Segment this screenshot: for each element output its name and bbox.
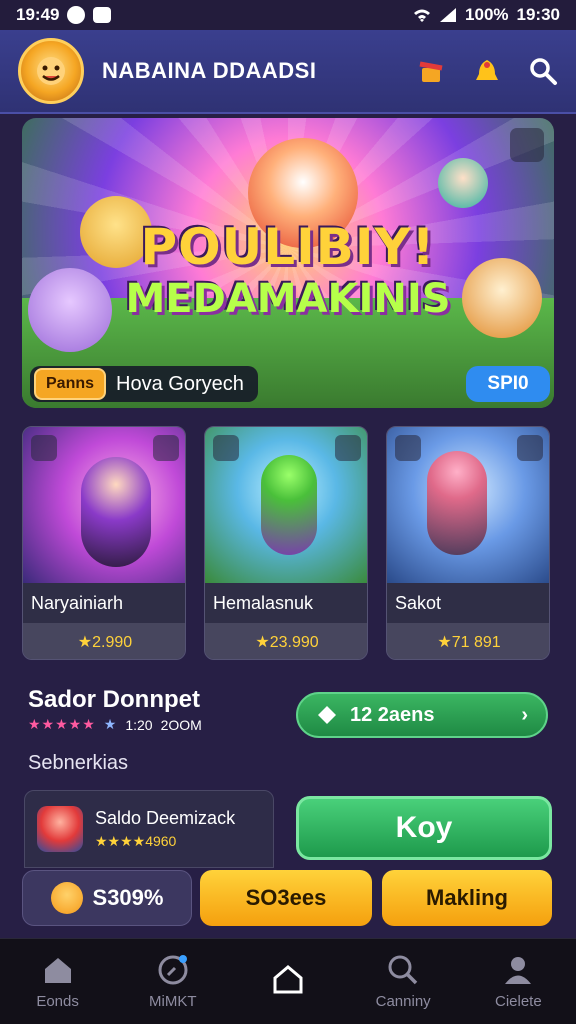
card-save-icon[interactable] [153,435,179,461]
lion-face-icon [37,57,65,85]
app-title: NABAINA DDAADSI [102,58,317,83]
wifi-icon [414,9,431,22]
game-card-art [23,427,185,583]
leaf-icon [318,706,336,724]
game-card-art [387,427,549,583]
character-icon [81,457,151,567]
buy-button[interactable]: Koy [296,796,552,860]
game-card-name: Hemalasnuk [205,583,367,623]
notification-icon [67,6,86,24]
game-card[interactable]: Naryainiarh ★2.990 [22,426,186,660]
nav-item-search[interactable]: Canniny [355,953,451,1010]
search-icon [388,955,418,985]
card-badge-icon [213,435,239,461]
card-save-icon[interactable] [517,435,543,461]
chip-making[interactable]: Makling [382,870,552,926]
chip-label: S309% [92,885,164,910]
hero-action-button[interactable]: SPI0 [466,366,550,402]
card-badge-icon [31,435,57,461]
character-icon [427,451,487,555]
nav-item-home[interactable]: Eonds [10,953,106,1010]
hero-caption: Hova Goryech [116,372,244,395]
nav-item-market[interactable]: MiMKT [125,953,221,1010]
game-card-name: Sakot [387,583,549,623]
promo-pill-label: 12 2aens [350,703,435,726]
profile-icon [505,957,532,984]
signal-icon [440,8,457,22]
rating-star-extra: ★ [103,716,118,732]
rewards-button[interactable] [416,56,446,86]
rating-stars: ★★★★★ [28,716,96,732]
compass-icon [158,955,188,985]
smiley-icon [50,882,83,914]
game-card-rating: ★2.990 [23,623,185,659]
nav-label: Eonds [36,993,79,1010]
gift-icon [419,61,443,82]
chevron-right-icon: › [521,703,528,726]
nav-item-center[interactable] [240,962,336,1002]
app-notification-icon [93,7,112,23]
chip-discount[interactable]: S309% [22,870,192,926]
downloads-count: 2OOM [160,716,202,733]
character-icon [261,455,317,555]
status-time: 19:49 [16,5,60,24]
hero-title: POULIBIY! [140,218,436,276]
status-time-right: 19:30 [516,5,560,24]
list-item-title: Saldo Deemizack [95,808,236,828]
app-logo[interactable] [18,38,84,104]
promo-pill-button[interactable]: 12 2aens › [296,692,548,738]
home-outline-icon [273,964,303,993]
status-bar: 19:49 100% 19:30 [0,0,576,30]
game-card-art [205,427,367,583]
hero-character-kid [438,158,488,208]
nav-item-profile[interactable]: Cielete [470,953,566,1010]
hero-badge: Panns Hova Goryech [30,366,258,402]
search-button[interactable] [528,56,558,86]
game-card-rating: ★71 891 [387,623,549,659]
game-card[interactable]: Hemalasnuk ★23.990 [204,426,368,660]
card-badge-icon [395,435,421,461]
bell-icon [476,60,498,80]
hero-banner[interactable]: POULIBIY! MEDAMAKINIS Panns Hova Goryech… [22,118,554,408]
bottom-navigation: Eonds MiMKT Canniny Cielete [0,938,576,1024]
section-subheading: Sebnerkias [28,752,129,774]
avatar [37,806,83,852]
list-item[interactable]: Saldo Deemizack ★★★★4960 [24,790,274,868]
hero-subtitle: MEDAMAKINIS [125,276,451,322]
nav-label: Canniny [375,993,431,1010]
card-save-icon[interactable] [335,435,361,461]
hero-expand-button[interactable] [510,128,544,162]
battery-level: 100% [465,5,509,24]
nav-label: Cielete [494,993,542,1010]
rating-count: 1:20 [125,716,153,733]
section-stats: ★★★★★ ★ 1:20 2OOM [28,716,202,733]
game-card[interactable]: Sakot ★71 891 [386,426,550,660]
app-bar: NABAINA DDAADSI [0,30,576,114]
game-card-rating: ★23.990 [205,623,367,659]
search-icon [530,58,557,85]
hero-tag[interactable]: Panns [34,368,107,400]
home-icon [44,958,71,983]
section-title: Sador Donnpet [28,686,200,713]
game-card-name: Naryainiarh [23,583,185,623]
nav-label: MiMKT [149,993,197,1010]
list-item-rating: ★★★★4960 [95,833,177,849]
chip-option[interactable]: SO3ees [200,870,372,926]
notifications-button[interactable] [472,56,502,86]
